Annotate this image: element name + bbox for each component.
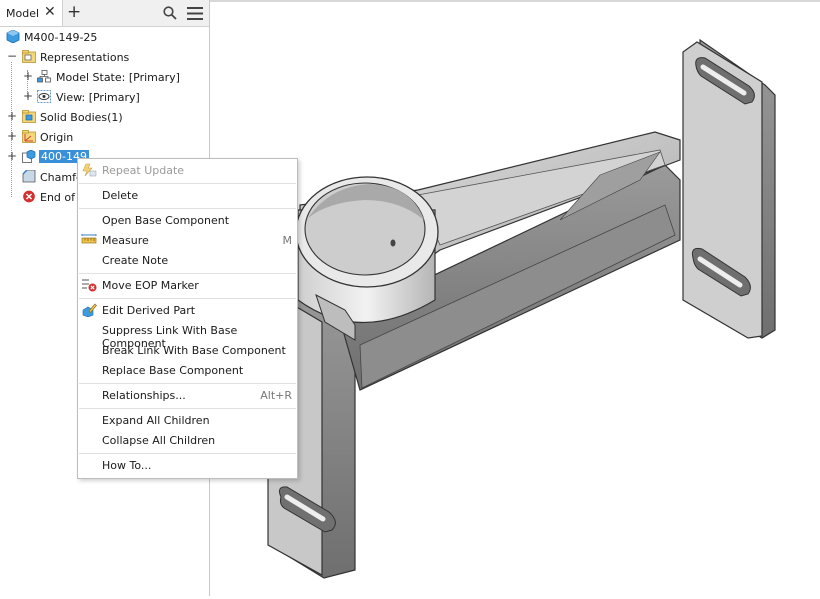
solid-bodies-folder-icon <box>22 110 36 123</box>
expand-icon[interactable]: + <box>7 129 17 143</box>
menu-item-how-to[interactable]: How To... <box>78 455 297 475</box>
menu-separator <box>79 183 296 184</box>
menu-item-suppress-link[interactable]: Suppress Link With Base Component <box>78 320 297 350</box>
menu-separator <box>79 408 296 409</box>
menu-item-break-link[interactable]: Break Link With Base Component <box>78 340 297 360</box>
menu-separator <box>79 383 296 384</box>
menu-item-label: Open Base Component <box>102 214 230 227</box>
context-menu: Repeat Update Delete Open Base Component… <box>77 158 298 479</box>
menu-item-label: Create Note <box>102 254 169 267</box>
menu-item-relationships[interactable]: Relationships... Alt+R <box>78 385 297 405</box>
menu-item-label: Relationships... <box>102 389 186 402</box>
expand-icon[interactable]: + <box>7 109 17 123</box>
expand-icon[interactable]: + <box>7 149 17 163</box>
tab-model-label: Model <box>6 7 40 20</box>
menu-item-label: Edit Derived Part <box>102 304 196 317</box>
menu-item-create-note[interactable]: Create Note <box>78 250 297 270</box>
menu-item-label: Delete <box>102 189 139 202</box>
origin-folder-icon <box>22 130 36 143</box>
view-eye-icon <box>37 90 51 103</box>
menu-separator <box>79 298 296 299</box>
close-icon[interactable]: ✕ <box>44 4 56 20</box>
chamfer-icon <box>22 170 36 183</box>
menu-item-collapse-all-children[interactable]: Collapse All Children <box>78 430 297 450</box>
menu-item-replace-base-component[interactable]: Replace Base Component <box>78 360 297 380</box>
menu-item-label: Collapse All Children <box>102 434 216 447</box>
menu-item-label: How To... <box>102 459 152 472</box>
menu-item-label: Replace Base Component <box>102 364 244 377</box>
repeat-update-icon <box>82 163 97 177</box>
tree-item-view[interactable]: + View: [Primary] <box>4 88 204 106</box>
menu-separator <box>79 273 296 274</box>
derived-part-icon <box>22 150 36 163</box>
menu-item-move-eop-marker[interactable]: Move EOP Marker <box>78 275 297 295</box>
tree-item-representations[interactable]: − Representations <box>4 48 204 66</box>
tree-item-label: M400-149-25 <box>24 31 98 44</box>
part-cube-icon <box>6 30 20 43</box>
menu-item-shortcut: Alt+R <box>260 389 292 402</box>
menu-item-label: Repeat Update <box>102 164 185 177</box>
menu-item-label: Measure <box>102 234 149 247</box>
tree-item-solid-bodies[interactable]: + Solid Bodies(1) <box>4 108 204 126</box>
menu-item-measure[interactable]: Measure M <box>78 230 297 250</box>
edit-derived-part-icon <box>82 303 97 317</box>
model-state-icon <box>37 70 51 83</box>
browser-tab-bar: Model ✕ + <box>0 0 209 27</box>
search-icon[interactable] <box>163 6 177 20</box>
menu-item-label: Expand All Children <box>102 414 210 427</box>
tree-item-label: Solid Bodies(1) <box>40 111 123 124</box>
ruler-icon <box>81 234 97 244</box>
tab-model[interactable]: Model ✕ <box>0 0 63 26</box>
expand-icon[interactable]: + <box>23 69 33 83</box>
menu-item-shortcut: M <box>282 234 293 247</box>
tree-item-origin[interactable]: + Origin <box>4 128 204 146</box>
tree-item-label: Model State: [Primary] <box>56 71 180 84</box>
expand-icon[interactable]: + <box>23 89 33 103</box>
menu-item-open-base-component[interactable]: Open Base Component <box>78 210 297 230</box>
menu-item-repeat-update[interactable]: Repeat Update <box>78 160 297 180</box>
menu-item-label: Break Link With Base Component <box>102 344 286 357</box>
eop-marker-icon <box>82 279 97 292</box>
end-of-part-icon <box>23 190 35 203</box>
viewport-top-border <box>210 0 820 2</box>
menu-separator <box>79 208 296 209</box>
bracket-3d-model[interactable] <box>210 0 820 596</box>
hamburger-menu-icon[interactable] <box>187 7 203 20</box>
add-tab-icon[interactable]: + <box>67 2 81 22</box>
menu-item-expand-all-children[interactable]: Expand All Children <box>78 410 297 430</box>
tree-item-label: Origin <box>40 131 74 144</box>
menu-item-delete[interactable]: Delete <box>78 185 297 205</box>
tree-item-root[interactable]: M400-149-25 <box>4 28 204 46</box>
menu-item-edit-derived-part[interactable]: Edit Derived Part <box>78 300 297 320</box>
tree-item-model-state[interactable]: + Model State: [Primary] <box>4 68 204 86</box>
tree-item-label: View: [Primary] <box>56 91 140 104</box>
graphics-viewport[interactable] <box>210 0 820 596</box>
menu-item-label: Move EOP Marker <box>102 279 199 292</box>
tree-item-label: Representations <box>40 51 130 64</box>
menu-separator <box>79 453 296 454</box>
representations-folder-icon <box>22 50 36 63</box>
collapse-icon[interactable]: − <box>7 49 17 63</box>
